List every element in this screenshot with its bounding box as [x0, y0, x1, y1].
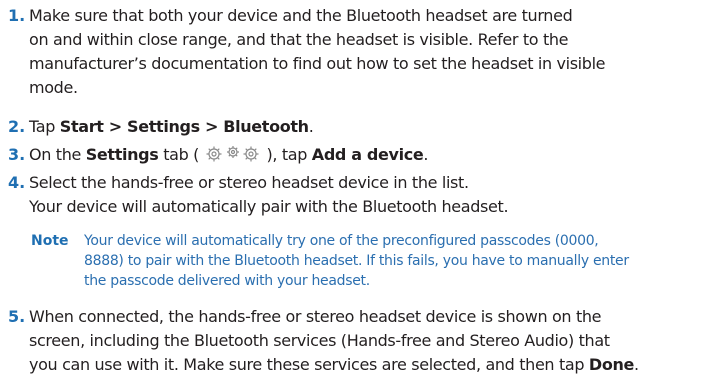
step-text-plain: .	[423, 145, 429, 164]
step-text-line: Select the hands-free or stereo headset …	[29, 173, 469, 192]
step-text-plain: tab (	[158, 145, 204, 164]
note-text: Your device will automatically try one o…	[84, 231, 724, 291]
step-text: On the Settings tab ( ), tap Add a devic…	[29, 143, 719, 167]
step-text-plain: .	[308, 117, 314, 136]
step-text-line: On the Settings tab ( ), tap Add a devic…	[29, 143, 719, 167]
menu-separator: >	[103, 117, 128, 136]
menu-start: Start	[59, 117, 104, 136]
step-text-line: Make sure that both your device and the …	[29, 6, 573, 25]
step-text-line: on and within close range, and that the …	[29, 30, 569, 49]
menu-bluetooth: Bluetooth	[223, 117, 309, 136]
step-text-plain: ), tap	[261, 145, 312, 164]
note-text-line: Your device will automatically try one o…	[84, 233, 599, 249]
step-text-plain: Tap	[29, 117, 60, 136]
done-label: Done	[588, 355, 635, 374]
note-label: Note	[31, 233, 69, 249]
menu-settings: Settings	[127, 117, 200, 136]
step-text-line: screen, including the Bluetooth services…	[29, 331, 610, 350]
step-text-plain: you can use with it. Make sure these ser…	[29, 355, 589, 374]
note-text-line: the passcode delivered with your headset…	[84, 273, 370, 289]
step-text: When connected, the hands-free or stereo…	[29, 305, 719, 377]
add-device-label: Add a device	[311, 145, 424, 164]
step-text-line: you can use with it. Make sure these ser…	[29, 353, 719, 377]
note-text-line: 8888) to pair with the Bluetooth headset…	[84, 253, 629, 269]
menu-separator: >	[199, 117, 224, 136]
step-text-plain: .	[634, 355, 639, 374]
step-text-line: mode.	[29, 78, 78, 97]
step-number: 5.	[8, 307, 26, 326]
instruction-page: 1. Make sure that both your device and t…	[0, 0, 725, 382]
step-text: Tap Start > Settings > Bluetooth.	[29, 115, 719, 139]
step-text-line: Tap Start > Settings > Bluetooth.	[29, 115, 719, 139]
settings-tab-label: Settings	[85, 145, 159, 164]
step-text-line: When connected, the hands-free or stereo…	[29, 307, 602, 326]
step-text-plain: On the	[29, 145, 86, 164]
step-number: 2.	[8, 117, 26, 136]
step-number: 1.	[8, 6, 26, 25]
step-text: Make sure that both your device and the …	[29, 4, 719, 100]
gear-icon	[206, 146, 259, 162]
step-text-line: manufacturer’s documentation to find out…	[29, 54, 606, 73]
step-number: 3.	[8, 145, 26, 164]
step-text-line: Your device will automatically pair with…	[29, 197, 509, 216]
step-number: 4.	[8, 173, 26, 192]
step-text: Select the hands-free or stereo headset …	[29, 171, 719, 219]
